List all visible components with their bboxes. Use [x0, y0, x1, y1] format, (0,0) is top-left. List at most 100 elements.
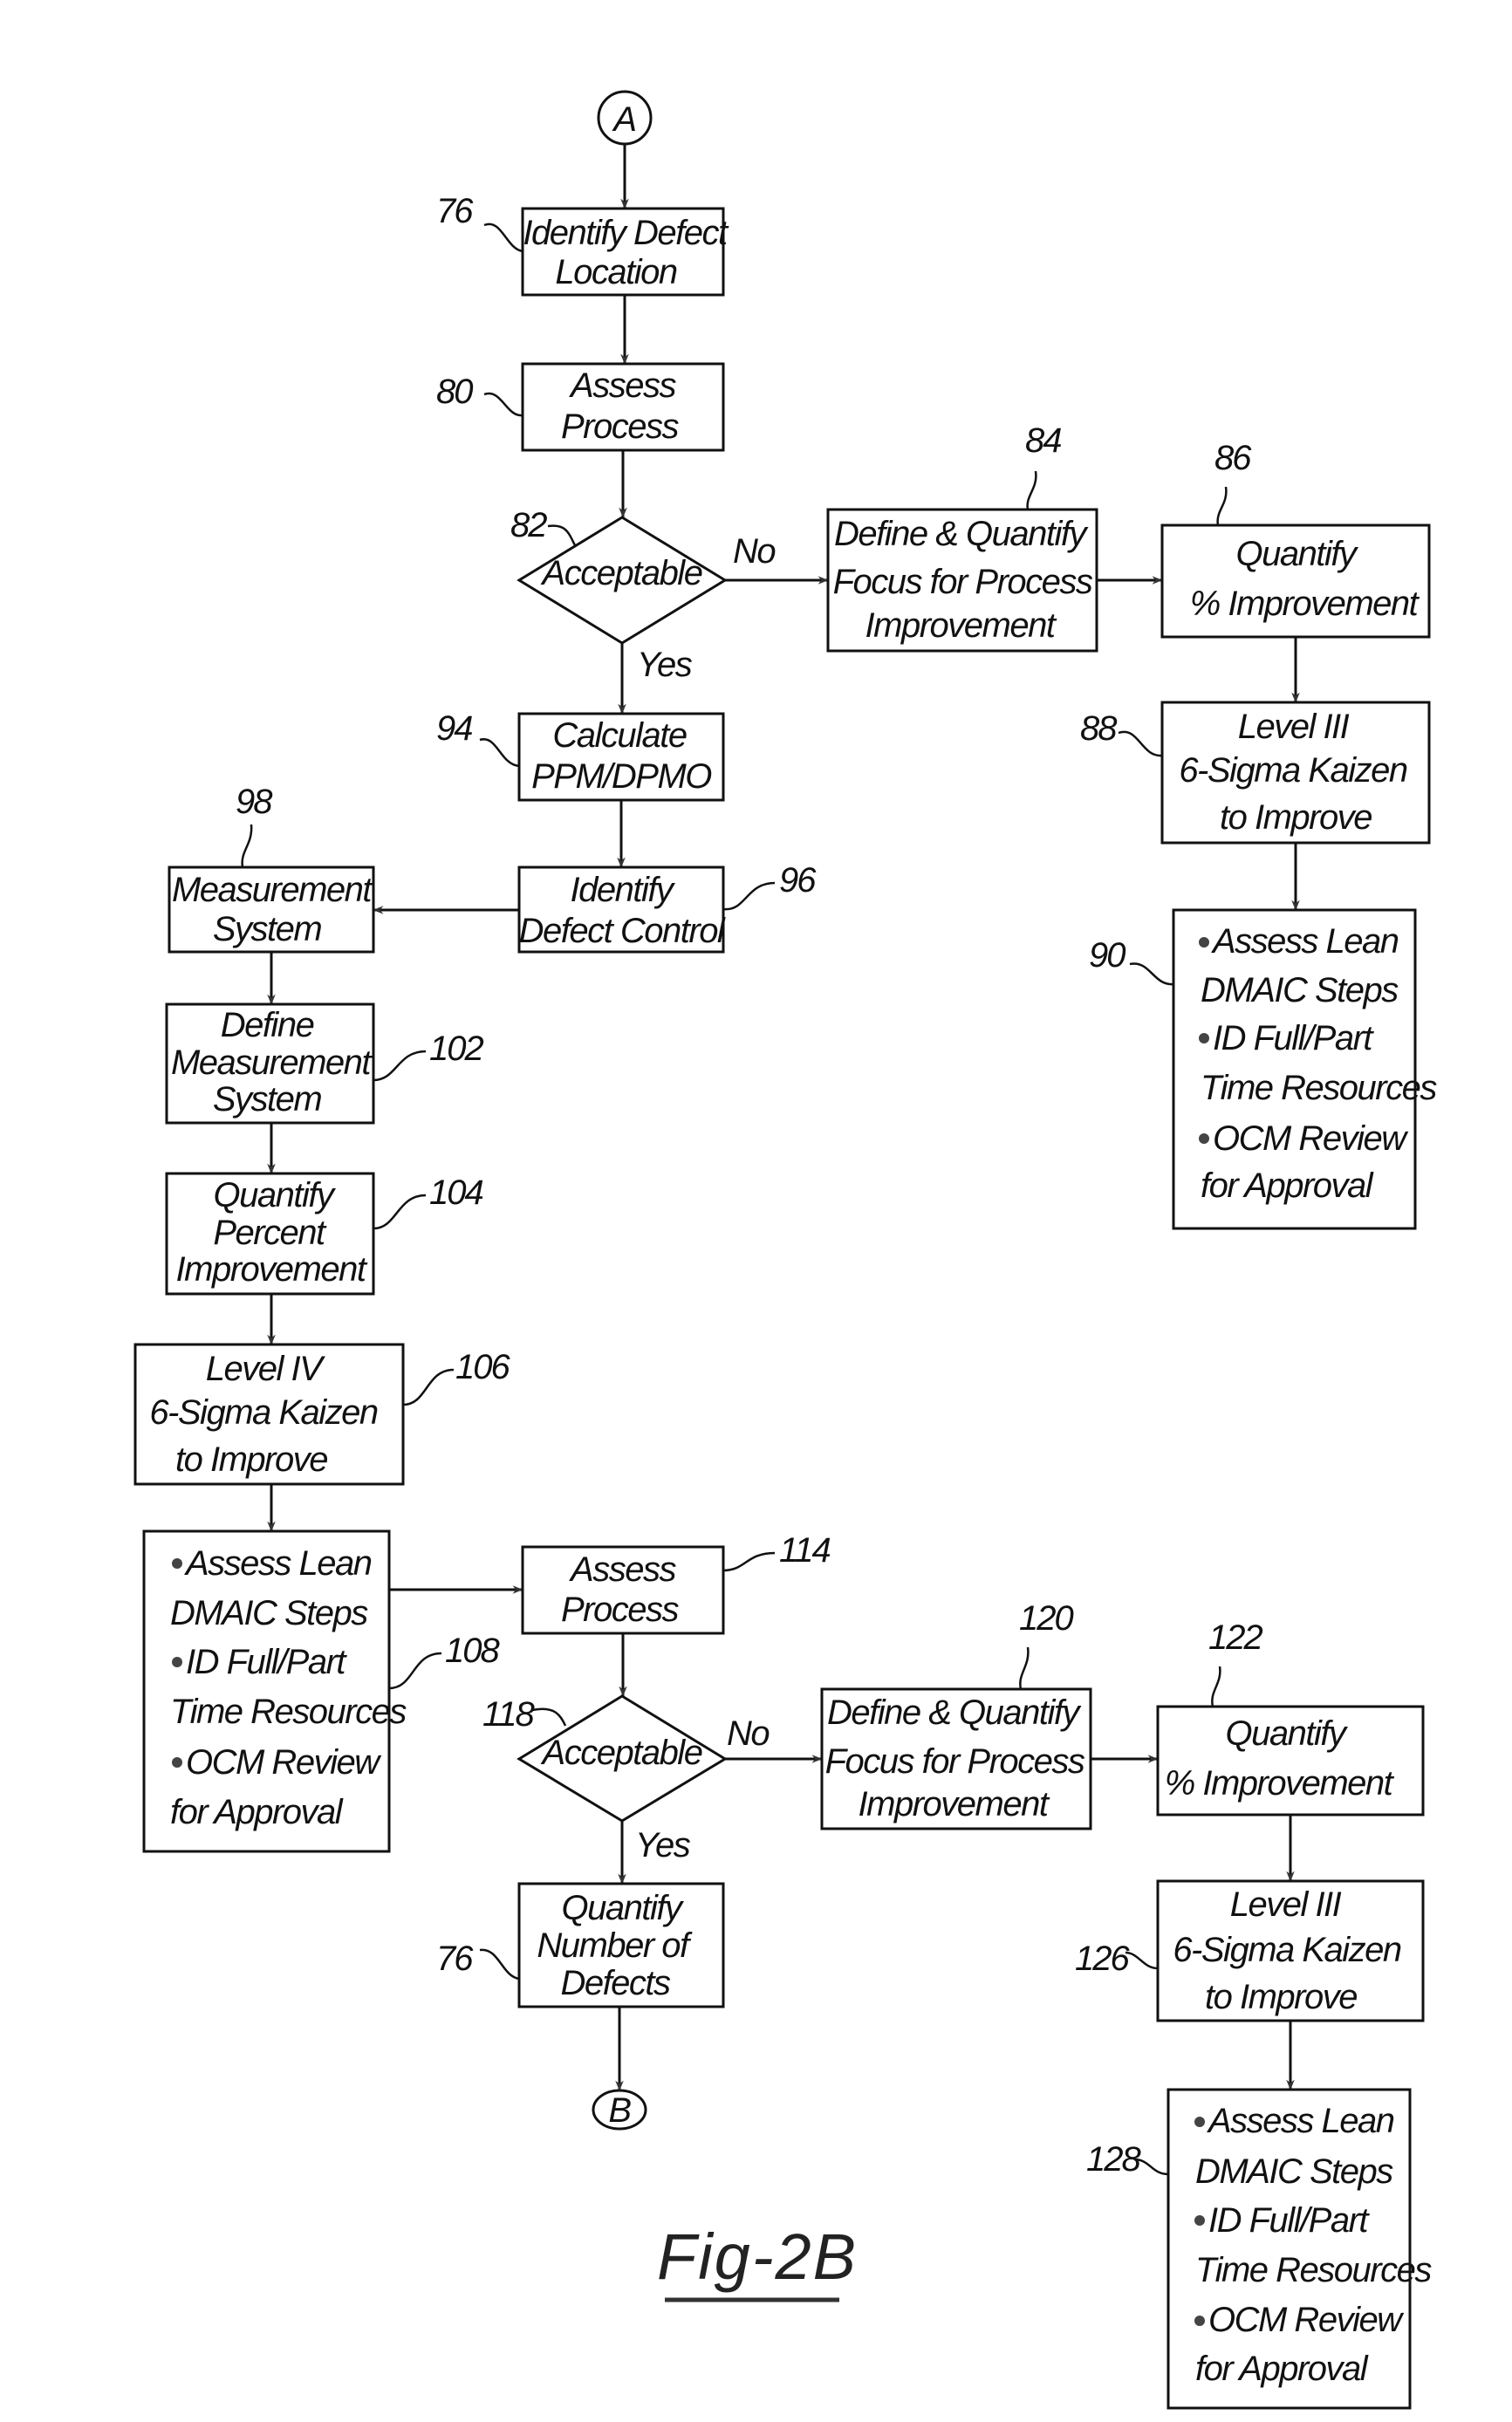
step-level-iii-kaizen-2: Level III 6-Sigma Kaizen to Improve 126	[1075, 1879, 1425, 2022]
reference-number: 80	[436, 373, 473, 411]
bullet-icon	[172, 1757, 182, 1768]
step-text: % Improvement	[1190, 585, 1420, 623]
reference-number: 76	[436, 192, 474, 230]
step-text: Focus for Process	[833, 563, 1093, 601]
yes-label: Yes	[637, 646, 693, 684]
figure-label-text: Fig-2B	[657, 2220, 858, 2293]
step-text: OCM Review	[1208, 2301, 1405, 2339]
bullet-icon	[1199, 1133, 1209, 1144]
bullet-icon	[1194, 2215, 1205, 2226]
step-text: ID Full/Part	[1208, 2201, 1370, 2240]
step-define-measurement-system: Define Measurement System 102	[165, 1002, 485, 1125]
step-text: to Improve	[1205, 1978, 1357, 2016]
no-label: No	[727, 1714, 769, 1753]
step-define-quantify-focus: Define & Quantify Focus for Process Impr…	[826, 421, 1098, 653]
step-text: Identify Defect	[523, 214, 729, 252]
reference-number: 108	[445, 1632, 500, 1670]
step-text: Process	[561, 1591, 679, 1629]
step-text: Time Resources	[1195, 2251, 1432, 2289]
connector-a: A	[597, 90, 653, 146]
step-text: Level III	[1230, 1885, 1342, 1924]
step-text: Time Resources	[170, 1693, 407, 1731]
reference-number: 122	[1208, 1618, 1262, 1657]
step-text: Percent	[213, 1214, 327, 1252]
reference-number: 118	[482, 1695, 536, 1734]
step-text: Location	[555, 253, 676, 291]
reference-number: 76	[436, 1940, 474, 1978]
connector-b: B	[592, 2089, 647, 2131]
decision-text: Acceptable	[541, 554, 702, 592]
reference-number: 90	[1089, 936, 1125, 975]
step-text: 6-Sigma Kaizen	[1173, 1931, 1401, 1969]
step-text: Focus for Process	[825, 1742, 1085, 1781]
step-text: DMAIC Steps	[1201, 971, 1399, 1009]
flowchart: A B Identify Defect Location 76 Assess P…	[133, 90, 1439, 2410]
step-measurement-system: Measurement System 98	[168, 783, 375, 954]
step-text: Level III	[1238, 708, 1350, 746]
step-quantify-number-of-defects: Quantify Number of Defects 76	[436, 1882, 725, 2008]
step-level-iii-kaizen: Level III 6-Sigma Kaizen to Improve 88	[1080, 701, 1431, 845]
step-text: to Improve	[175, 1440, 327, 1479]
step-identify-defect-control: Identify Defect Control 96	[517, 861, 818, 954]
step-text: Define	[221, 1006, 314, 1044]
step-text: Identify	[571, 871, 676, 909]
step-text: Number of	[537, 1926, 693, 1965]
flow-arrows	[267, 144, 1300, 2091]
bullet-icon	[1194, 2117, 1205, 2127]
reference-number: 120	[1019, 1599, 1073, 1638]
step-quantify-improvement-2: Quantify % Improvement 122	[1156, 1618, 1425, 1816]
step-text: 6-Sigma Kaizen	[1179, 751, 1407, 790]
no-label: No	[733, 532, 775, 571]
step-text: DMAIC Steps	[170, 1594, 368, 1632]
step-calculate-ppm: Calculate PPM/DPMO 94	[436, 709, 725, 802]
step-text: DMAIC Steps	[1195, 2152, 1393, 2191]
step-bullet-list-128: Assess Lean DMAIC Steps ID Full/Part Tim…	[1086, 2088, 1433, 2410]
step-quantify-improvement: Quantify % Improvement 86	[1160, 439, 1431, 639]
step-text: Improvement	[859, 1785, 1050, 1823]
step-quantify-percent-improvement: Quantify Percent Improvement 104	[165, 1172, 484, 1296]
reference-number: 84	[1025, 421, 1061, 460]
step-text: Assess	[569, 366, 676, 405]
step-text: Defect Control	[519, 912, 726, 950]
step-text: Assess Lean	[1207, 2102, 1394, 2140]
step-text: Process	[561, 407, 679, 446]
step-text: Quantify	[1236, 535, 1359, 573]
step-text: Quantify	[1226, 1714, 1349, 1753]
step-define-quantify-focus-2: Define & Quantify Focus for Process Impr…	[820, 1599, 1092, 1830]
reference-number: 114	[779, 1531, 831, 1570]
step-text: PPM/DPMO	[531, 757, 711, 796]
step-text: for Approval	[1201, 1167, 1374, 1205]
reference-number: 86	[1214, 439, 1252, 477]
step-text: Define & Quantify	[834, 515, 1089, 553]
figure-label: Fig-2B	[657, 2220, 858, 2302]
bullet-icon	[1194, 2316, 1205, 2326]
reference-number: 106	[455, 1348, 510, 1386]
step-text: Calculate	[552, 716, 687, 755]
bullet-icon	[1199, 937, 1209, 948]
bullet-icon	[1199, 1033, 1209, 1043]
step-text: OCM Review	[1213, 1119, 1409, 1158]
step-bullet-list-90: Assess Lean DMAIC Steps ID Full/Part Tim…	[1089, 908, 1439, 1230]
step-text: for Approval	[1195, 2350, 1369, 2388]
step-text: System	[213, 910, 322, 948]
step-text: 6-Sigma Kaizen	[149, 1393, 378, 1432]
step-text: Assess	[569, 1550, 676, 1589]
reference-number: 96	[779, 861, 817, 900]
step-assess-process: Assess Process 80	[436, 362, 725, 452]
step-text: Define & Quantify	[827, 1693, 1082, 1732]
step-text: Improvement	[865, 606, 1057, 645]
step-text: Quantify	[214, 1176, 337, 1214]
reference-number: 88	[1080, 709, 1118, 748]
decision-text: Acceptable	[541, 1734, 702, 1772]
step-text: % Improvement	[1165, 1764, 1395, 1803]
reference-number: 94	[436, 709, 472, 748]
connector-a-label: A	[612, 100, 635, 139]
step-text: Measurement	[171, 1043, 373, 1082]
step-text: ID Full/Part	[186, 1643, 347, 1681]
reference-number: 82	[510, 506, 547, 544]
step-text: System	[213, 1080, 322, 1119]
reference-number: 102	[429, 1030, 483, 1068]
step-text: OCM Review	[186, 1743, 382, 1782]
reference-number: 98	[236, 783, 273, 821]
bullet-icon	[172, 1558, 182, 1569]
